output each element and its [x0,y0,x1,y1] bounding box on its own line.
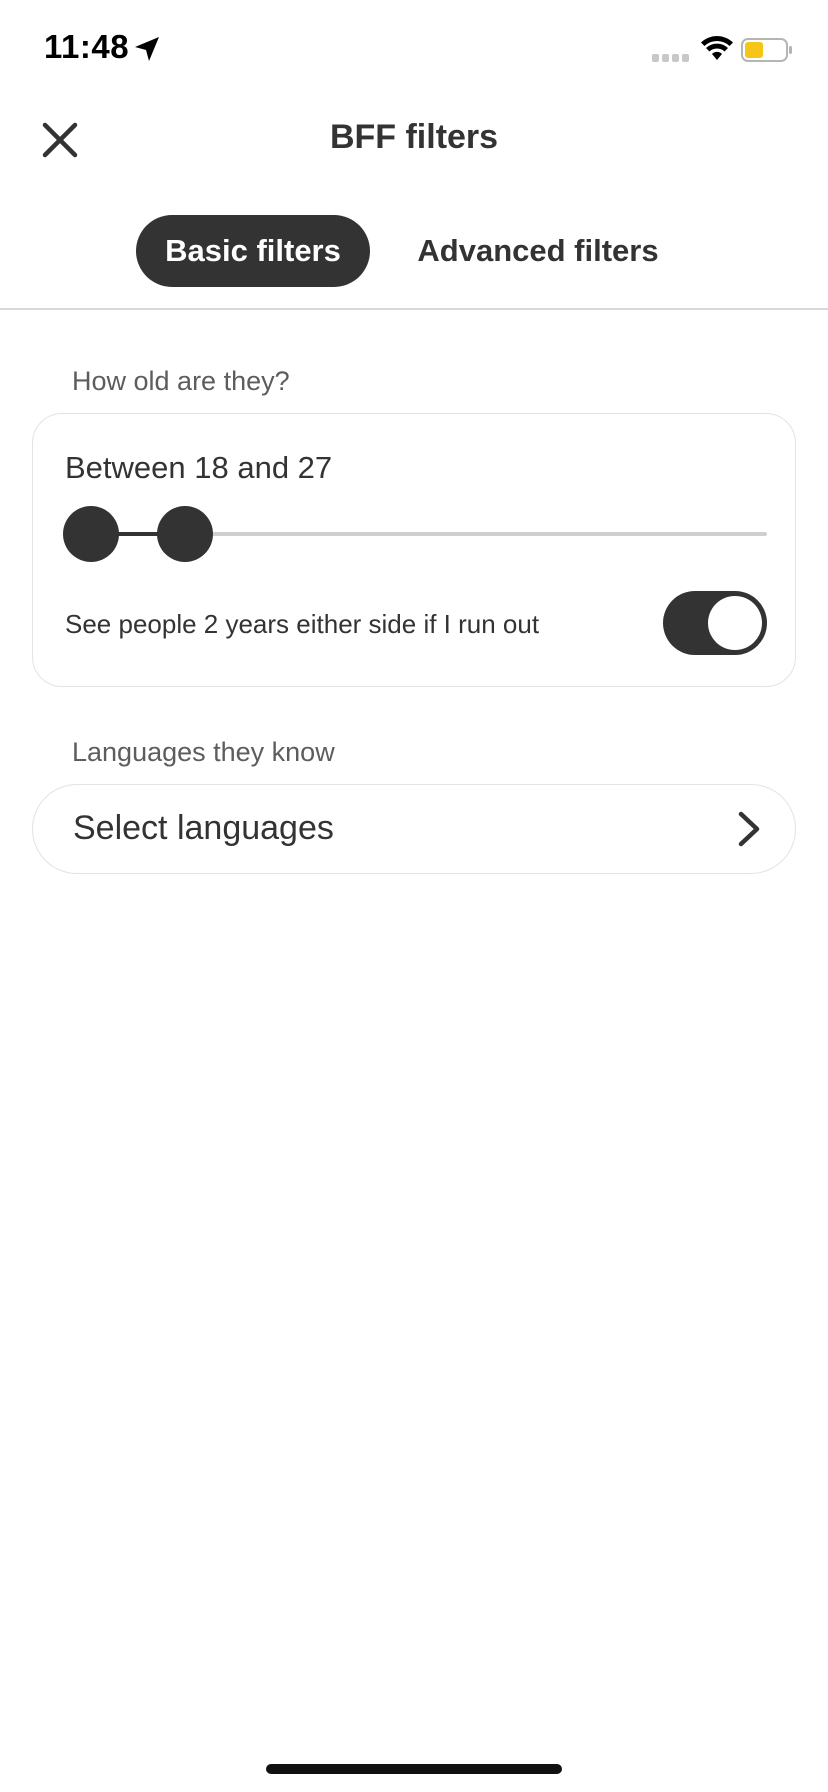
wifi-icon [701,36,733,60]
tab-advanced-filters[interactable]: Advanced filters [404,215,672,287]
bff-filters-screen: 11:48 BFF filters Basic filters Advanced… [0,0,828,1792]
select-languages-button[interactable]: Select languages [32,784,796,874]
page-title: BFF filters [329,118,499,156]
tab-basic-filters[interactable]: Basic filters [136,215,370,287]
signal-icon [652,54,689,62]
status-time: 11:48 [44,28,130,65]
location-arrow-icon [135,37,159,61]
expand-age-toggle[interactable] [663,591,767,655]
tabs-divider [0,308,828,310]
languages-section-label: Languages they know [72,737,335,767]
age-section-label: How old are they? [72,366,290,396]
status-bar: 11:48 [0,0,828,100]
chevron-right-icon [738,811,760,847]
expand-age-label: See people 2 years either side if I run … [65,609,540,639]
toggle-knob [708,596,762,650]
slider-max-handle[interactable] [157,506,213,562]
filter-tabs: Basic filters Advanced filters [0,215,828,287]
slider-min-handle[interactable] [63,506,119,562]
battery-icon [741,38,792,62]
age-filter-card: Between 18 and 27 See people 2 years eit… [32,413,796,687]
age-range-slider[interactable] [63,504,767,564]
home-indicator [266,1764,562,1774]
age-range-text: Between 18 and 27 [65,450,333,485]
select-languages-label: Select languages [73,809,334,847]
